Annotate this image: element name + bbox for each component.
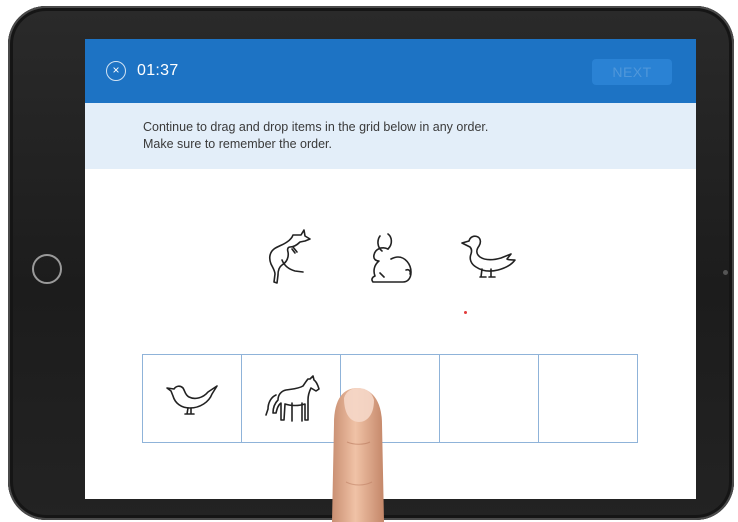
grid-cell-1[interactable] bbox=[143, 355, 242, 442]
finger-pointer bbox=[332, 388, 384, 522]
horse-icon[interactable] bbox=[262, 375, 320, 425]
camera-dot bbox=[723, 270, 728, 275]
touch-indicator bbox=[464, 311, 467, 314]
bird-icon[interactable] bbox=[164, 379, 220, 423]
next-button[interactable]: NEXT bbox=[592, 59, 672, 85]
duck-icon[interactable] bbox=[458, 235, 520, 287]
kangaroo-icon[interactable] bbox=[257, 227, 319, 289]
close-button[interactable]: × bbox=[106, 61, 126, 81]
grid-cell-5[interactable] bbox=[539, 355, 637, 442]
grid-cell-4[interactable] bbox=[440, 355, 539, 442]
instructions-panel: Continue to drag and drop items in the g… bbox=[85, 103, 696, 169]
instruction-line-2: Make sure to remember the order. bbox=[143, 137, 332, 151]
rabbit-icon[interactable] bbox=[366, 232, 420, 290]
instruction-line-1: Continue to drag and drop items in the g… bbox=[143, 120, 489, 134]
timer: 01:37 bbox=[137, 62, 179, 79]
home-button[interactable] bbox=[32, 254, 62, 284]
header-bar: × 01:37 NEXT bbox=[85, 39, 696, 103]
